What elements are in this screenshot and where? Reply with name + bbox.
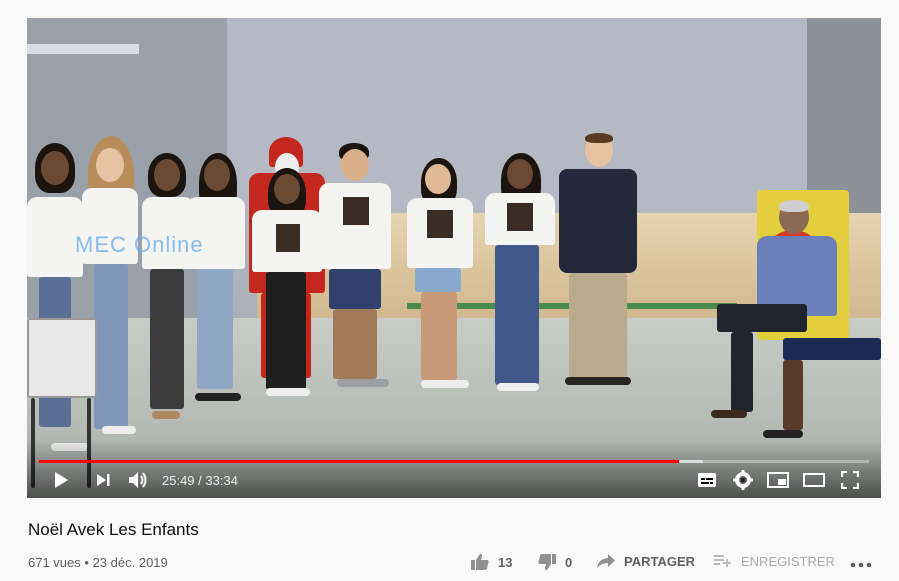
- thumbs-up-icon: [471, 553, 489, 570]
- theater-icon: [803, 473, 825, 487]
- dislike-button[interactable]: 0: [537, 553, 572, 571]
- share-icon: [597, 554, 615, 568]
- view-count: 671 vues: [28, 555, 81, 570]
- more-horizontal-icon: [850, 562, 872, 568]
- person-6: [319, 143, 393, 398]
- video-frame[interactable]: MEC Online: [27, 18, 881, 498]
- save-label: ENREGISTRER: [741, 553, 835, 569]
- progress-played: [39, 460, 679, 463]
- thumbs-down-icon: [538, 554, 556, 571]
- fullscreen-icon: [841, 471, 859, 489]
- person-11: [763, 290, 881, 460]
- time-display: 25:49 / 33:34: [162, 473, 238, 488]
- miniplayer-button[interactable]: [765, 468, 791, 492]
- upload-date: 23 déc. 2019: [92, 555, 168, 570]
- like-button[interactable]: 13: [470, 553, 512, 571]
- settings-icon: [733, 470, 753, 490]
- subtitles-button[interactable]: [694, 468, 720, 492]
- progress-bar[interactable]: [39, 460, 869, 463]
- volume-icon: [129, 472, 147, 488]
- person-4: [187, 153, 247, 408]
- video-title: Noël Avek Les Enfants: [28, 520, 199, 539]
- time-total: 33:34: [205, 473, 238, 488]
- person-8: [485, 153, 559, 393]
- meta-separator: •: [84, 555, 89, 570]
- video-player[interactable]: MEC Online 25:49 / 33:34: [27, 18, 881, 498]
- theater-button[interactable]: [801, 468, 827, 492]
- time-current: 25:49: [162, 473, 195, 488]
- time-separator: /: [198, 473, 202, 488]
- volume-button[interactable]: [125, 468, 151, 492]
- share-label: PARTAGER: [624, 553, 696, 569]
- save-button[interactable]: ENREGISTRER: [713, 553, 835, 569]
- fullscreen-button[interactable]: [837, 468, 863, 492]
- video-meta: 671 vues • 23 déc. 2019: [28, 555, 168, 570]
- more-actions-button[interactable]: [850, 556, 872, 574]
- scene-stripe: [27, 44, 139, 54]
- subtitles-icon: [698, 473, 716, 487]
- next-icon: [97, 474, 110, 486]
- settings-button[interactable]: [730, 468, 756, 492]
- person-9: [559, 133, 639, 393]
- like-count: 13: [498, 554, 513, 570]
- miniplayer-icon: [767, 472, 789, 488]
- play-button[interactable]: [49, 468, 73, 492]
- person-7: [407, 158, 477, 398]
- next-button[interactable]: [91, 468, 115, 492]
- dislike-count: 0: [565, 554, 573, 570]
- play-icon: [55, 472, 68, 488]
- playlist-add-icon: [714, 555, 731, 567]
- video-watermark: MEC Online: [75, 232, 204, 257]
- person-5: [252, 168, 322, 403]
- share-button[interactable]: PARTAGER: [596, 553, 695, 569]
